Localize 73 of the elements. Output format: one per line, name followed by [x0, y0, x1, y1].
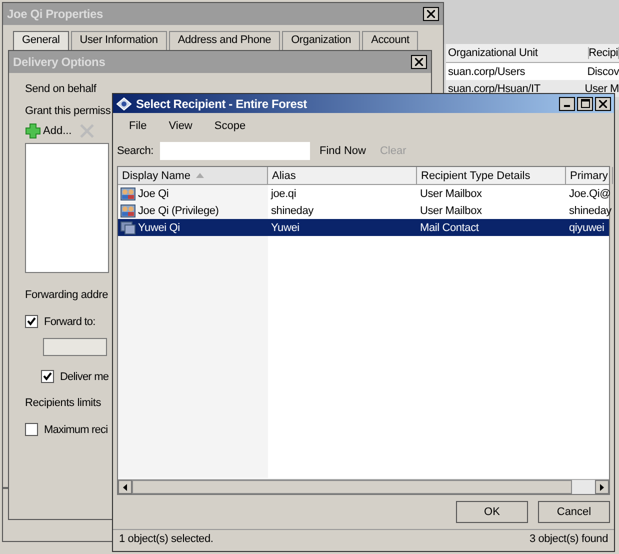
column-header[interactable]: Recipient Type Details	[417, 167, 566, 184]
tab[interactable]: User Information	[70, 31, 167, 51]
recipient-row[interactable]: Joe Qi joe.qi User Mailbox Joe.Qi@	[118, 185, 609, 202]
add-button[interactable]: Add...	[25, 123, 72, 139]
tab[interactable]: Organization	[282, 31, 360, 51]
close-icon	[599, 100, 607, 108]
window-title: Delivery Options	[13, 55, 106, 69]
maximize-icon	[580, 99, 590, 108]
table-cell: Joe Qi (Privilege)	[138, 204, 219, 216]
ok-button[interactable]: OK	[456, 501, 528, 523]
left-arrow-icon[interactable]	[123, 484, 127, 490]
group-label: Send on behalf	[25, 83, 96, 95]
users-icon	[120, 186, 136, 200]
search-field[interactable]	[160, 142, 310, 160]
users-icon	[120, 204, 136, 218]
tab[interactable]: Account	[362, 31, 418, 51]
table-cell: Joe Qi	[138, 188, 169, 200]
group-label: Forwarding addre	[25, 289, 108, 301]
forward-to-field[interactable]	[43, 338, 107, 356]
column-header[interactable]: Alias	[268, 167, 417, 184]
column-header[interactable]: Display Name	[118, 167, 268, 184]
menu-item[interactable]: Scope	[214, 118, 246, 134]
table-cell-text: suan.corp/Hsuan/IT	[447, 82, 542, 94]
tab[interactable]: Address and Phone	[168, 31, 280, 51]
minimize-button[interactable]	[559, 96, 575, 110]
table-cell-text: Mail Contact	[419, 222, 480, 234]
close-button[interactable]	[411, 55, 427, 69]
table-cell-text: Joe.Qi@	[568, 188, 612, 200]
table-cell-text: User Mailbox	[419, 188, 483, 200]
table-cell-text: shineday	[270, 204, 314, 216]
checkbox-label: Forward to:	[44, 316, 96, 328]
window-title: Select Recipient - Entire Forest	[136, 96, 308, 110]
find-now-button[interactable]: Find Now	[316, 145, 370, 157]
close-button[interactable]	[595, 96, 611, 110]
checkbox[interactable]	[25, 423, 38, 436]
close-button[interactable]	[423, 7, 439, 21]
contact-card-icon	[120, 220, 136, 234]
plus-icon	[25, 123, 41, 139]
group-label: Recipients limits	[25, 397, 102, 409]
permission-list[interactable]	[25, 143, 109, 273]
checkbox[interactable]	[41, 370, 54, 383]
maximize-button[interactable]	[577, 96, 593, 110]
search-label: Search:	[117, 145, 154, 157]
column-header[interactable]: Organizational Unit	[446, 47, 589, 59]
app-icon	[116, 96, 132, 110]
table-cell: Discov	[587, 66, 619, 78]
horizontal-scrollbar[interactable]	[118, 479, 609, 494]
description-text: Grant this permiss	[25, 105, 111, 117]
column-header[interactable]: Primary	[566, 167, 613, 184]
table-cell-text: joe.qi	[270, 188, 298, 200]
checkbox-label: Maximum reci	[44, 424, 108, 436]
sort-ascending-icon	[196, 173, 204, 178]
cancel-button[interactable]: Cancel	[538, 501, 610, 523]
minimize-icon	[564, 105, 570, 107]
column-header[interactable]: Recipi	[588, 47, 619, 59]
recipient-row[interactable]: Yuwei Qi Yuwei Mail Contact qiyuwei	[118, 219, 609, 236]
table-cell-text: suan.corp/Users	[447, 66, 526, 78]
table-cell-text: User Mailbox	[419, 204, 483, 216]
table-cell-text: qiyuwei	[568, 222, 606, 234]
menu-item[interactable]: File	[129, 118, 147, 134]
status-text: 3 object(s) found	[529, 533, 608, 545]
table-cell: Yuwei Qi	[138, 222, 180, 234]
right-arrow-icon[interactable]	[600, 484, 604, 490]
table-cell-text: Yuwei	[270, 222, 300, 234]
close-icon	[427, 10, 435, 18]
menu-item[interactable]: View	[168, 118, 192, 134]
checkbox-label: Deliver me	[60, 370, 109, 382]
checkbox[interactable]	[25, 315, 38, 328]
close-icon	[415, 58, 423, 66]
tab[interactable]: General	[13, 31, 69, 51]
table-cell: User M	[584, 82, 619, 94]
status-text: 1 object(s) selected.	[119, 533, 214, 545]
window-title: Joe Qi Properties	[7, 7, 103, 21]
